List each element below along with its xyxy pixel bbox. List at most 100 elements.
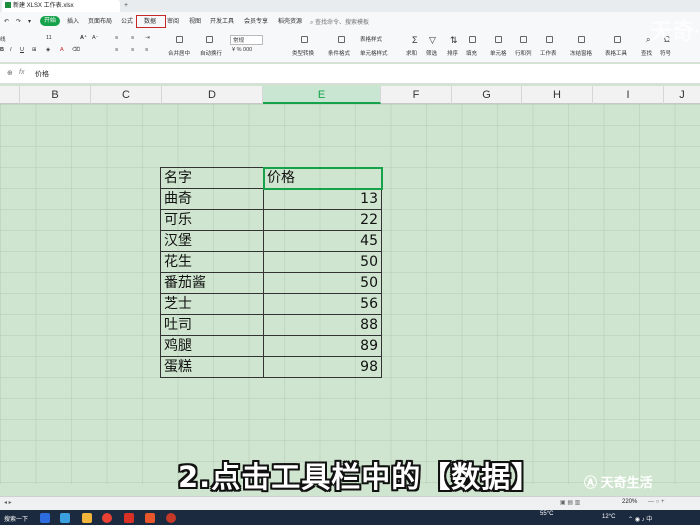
tray-icons[interactable]: ⌃ ◉ ♪ 中 bbox=[628, 514, 652, 523]
menu-templates[interactable]: 稻壳资源 bbox=[278, 17, 302, 27]
column-header-f[interactable]: F bbox=[381, 86, 452, 104]
view-mode-icon[interactable]: ▣ ▤ ▥ bbox=[560, 499, 580, 506]
name-cell[interactable]: 番茄酱 bbox=[160, 272, 264, 294]
name-cell[interactable]: 蛋糕 bbox=[160, 356, 264, 378]
name-cell[interactable]: 可乐 bbox=[160, 209, 264, 231]
browser-icon[interactable] bbox=[60, 513, 70, 523]
row-column-button[interactable]: 行和列 bbox=[515, 49, 532, 57]
menu-review[interactable]: 审阅 bbox=[167, 17, 179, 27]
wps-icon[interactable] bbox=[124, 513, 134, 523]
italic-icon[interactable]: I bbox=[10, 47, 12, 53]
quick-access-dropdown-icon[interactable]: ▾ bbox=[28, 17, 31, 27]
sum-button[interactable]: 求和 bbox=[406, 49, 417, 57]
price-cell[interactable]: 13 bbox=[263, 188, 382, 210]
taskbar-search[interactable]: 搜索一下 bbox=[4, 514, 28, 523]
font-shrink-icon[interactable]: A⁻ bbox=[92, 35, 99, 41]
price-cell[interactable]: 50 bbox=[263, 272, 382, 294]
font-size-dropdown[interactable]: 11 bbox=[46, 35, 52, 41]
column-header-row: B C D E F G H I J bbox=[0, 86, 700, 104]
menu-member[interactable]: 会员专享 bbox=[244, 17, 268, 27]
zoom-slider[interactable]: — ○ + bbox=[648, 499, 664, 505]
price-cell[interactable]: 50 bbox=[263, 251, 382, 273]
menu-start[interactable]: 开始 bbox=[40, 16, 60, 26]
currency-icon[interactable]: ¥ % 000 bbox=[232, 47, 252, 53]
cell-button[interactable]: 单元格 bbox=[490, 49, 507, 57]
underline-icon[interactable]: U bbox=[20, 47, 24, 53]
menu-page-layout[interactable]: 页面布局 bbox=[88, 17, 112, 27]
column-header-c[interactable]: C bbox=[91, 86, 162, 104]
header-name-cell[interactable]: 名字 bbox=[160, 167, 264, 189]
font-grow-icon[interactable]: A⁺ bbox=[80, 35, 87, 41]
menu-formula[interactable]: 公式 bbox=[121, 17, 133, 27]
number-format-dropdown[interactable]: 常规 bbox=[230, 35, 264, 45]
wps-spreadsheet-icon[interactable] bbox=[145, 513, 155, 523]
align-right-icon[interactable]: ≡ bbox=[145, 47, 148, 53]
price-cell[interactable]: 89 bbox=[263, 335, 382, 357]
folder-icon[interactable] bbox=[82, 513, 92, 523]
column-header-g[interactable]: G bbox=[452, 86, 522, 104]
name-cell[interactable]: 汉堡 bbox=[160, 230, 264, 252]
type-convert-button[interactable]: 类型转换 bbox=[292, 49, 314, 57]
menu-view[interactable]: 视图 bbox=[189, 17, 201, 27]
bold-icon[interactable]: B bbox=[0, 47, 4, 53]
fill-button[interactable]: 填充 bbox=[466, 49, 477, 57]
table-style-button[interactable]: 表格样式 bbox=[360, 35, 382, 43]
column-header-d[interactable]: D bbox=[162, 86, 263, 104]
name-cell[interactable]: 芝士 bbox=[160, 293, 264, 315]
indent-icon[interactable]: ⇥ bbox=[145, 35, 150, 41]
menu-insert[interactable]: 插入 bbox=[67, 17, 79, 27]
filter-button[interactable]: 筛选 bbox=[426, 49, 437, 57]
wrap-text-icon bbox=[206, 36, 213, 43]
sheet-nav-icon[interactable]: ◂ ▸ bbox=[4, 499, 12, 506]
align-top-icon[interactable]: ≡ bbox=[115, 35, 118, 41]
zoom-formula-icon[interactable]: ⊕ bbox=[7, 69, 13, 77]
align-left-icon[interactable]: ≡ bbox=[115, 47, 118, 53]
sort-button[interactable]: 排序 bbox=[447, 49, 458, 57]
column-header-b[interactable]: B bbox=[20, 86, 91, 104]
symbol-button[interactable]: 符号 bbox=[660, 49, 671, 57]
price-cell[interactable]: 98 bbox=[263, 356, 382, 378]
find-button[interactable]: 查找 bbox=[641, 49, 652, 57]
column-header-h[interactable]: H bbox=[522, 86, 593, 104]
header-price-cell[interactable]: 价格 bbox=[262, 166, 383, 190]
fx-icon[interactable]: fx bbox=[19, 69, 24, 76]
font-name-dropdown[interactable]: 线 bbox=[0, 35, 6, 43]
zoom-level[interactable]: 220% bbox=[622, 499, 637, 505]
font-color-icon[interactable]: A bbox=[60, 47, 64, 53]
name-cell[interactable]: 花生 bbox=[160, 251, 264, 273]
eraser-icon[interactable]: ⌫ bbox=[72, 47, 80, 53]
border-icon[interactable]: ⊞ bbox=[32, 47, 37, 53]
name-cell[interactable]: 吐司 bbox=[160, 314, 264, 336]
freeze-panes-button[interactable]: 冻结窗格 bbox=[570, 49, 592, 57]
table-row: 汉堡 45 bbox=[160, 230, 382, 252]
file-tab[interactable]: 新建 XLSX 工作表.xlsx bbox=[2, 0, 120, 12]
undo-icon[interactable]: ↶ bbox=[4, 17, 9, 27]
column-header-i[interactable]: I bbox=[593, 86, 664, 104]
wrap-text-button[interactable]: 自动换行 bbox=[200, 49, 222, 57]
price-cell[interactable]: 56 bbox=[263, 293, 382, 315]
price-cell[interactable]: 45 bbox=[263, 230, 382, 252]
fill-color-icon[interactable]: ◈ bbox=[46, 47, 50, 53]
column-header-e[interactable]: E bbox=[263, 86, 381, 104]
price-cell[interactable]: 22 bbox=[263, 209, 382, 231]
align-center-icon[interactable]: ≡ bbox=[131, 47, 134, 53]
merge-center-button[interactable]: 合并居中 bbox=[168, 49, 190, 57]
formula-input[interactable]: 价格 bbox=[35, 69, 49, 79]
select-all-corner[interactable] bbox=[0, 86, 20, 104]
command-search[interactable]: ⌕ 查找命令、搜索模板 bbox=[310, 17, 369, 27]
name-cell[interactable]: 曲奇 bbox=[160, 188, 264, 210]
redo-icon[interactable]: ↷ bbox=[16, 17, 21, 27]
worksheet-button[interactable]: 工作表 bbox=[540, 49, 557, 57]
table-tools-button[interactable]: 表格工具 bbox=[605, 49, 627, 57]
chrome-icon[interactable] bbox=[102, 513, 112, 523]
menu-developer[interactable]: 开发工具 bbox=[210, 17, 234, 27]
align-middle-icon[interactable]: ≡ bbox=[131, 35, 134, 41]
name-cell[interactable]: 鸡腿 bbox=[160, 335, 264, 357]
media-icon[interactable] bbox=[166, 513, 176, 523]
price-cell[interactable]: 88 bbox=[263, 314, 382, 336]
conditional-format-button[interactable]: 条件格式 bbox=[328, 49, 350, 57]
column-header-j[interactable]: J bbox=[664, 86, 700, 104]
taskview-icon[interactable] bbox=[40, 513, 50, 523]
cell-style-button[interactable]: 单元格样式 bbox=[360, 49, 388, 57]
new-tab-button[interactable]: + bbox=[124, 0, 128, 12]
